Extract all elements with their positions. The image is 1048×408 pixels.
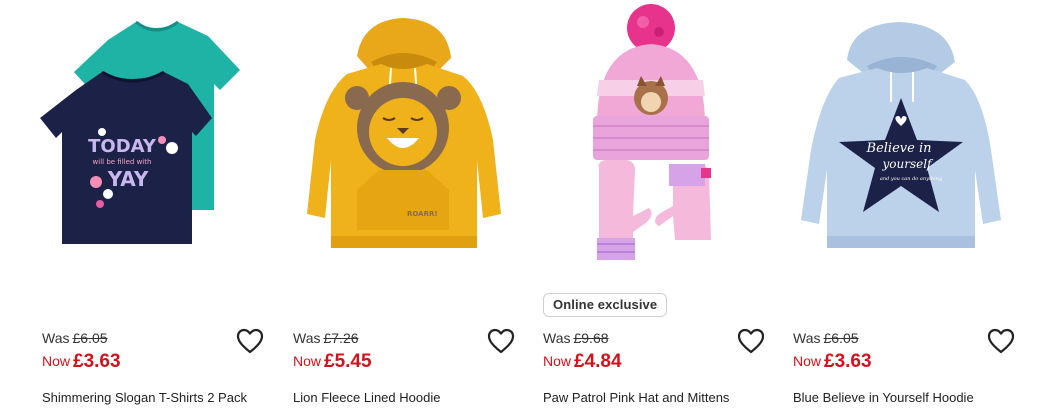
product-card[interactable]: ROARR! Was £7.26 Now £5.45 Lion Fleece Lin…	[287, 0, 519, 408]
now-price-row: Now £3.63	[42, 351, 121, 373]
product-card[interactable]: Online exclusive Was £9.68 Now £4.84 Paw P…	[537, 0, 769, 408]
now-price: £3.63	[824, 351, 872, 372]
was-price: £7.26	[323, 330, 359, 346]
now-price-row: Now £4.84	[543, 351, 622, 373]
was-price-row: Was £6.05	[793, 330, 859, 346]
product-name-link[interactable]: Lion Fleece Lined Hoodie	[293, 390, 440, 405]
tshirt-print-line-1: TODAY	[88, 136, 157, 157]
product-image[interactable]: TODAY will be filled with YAY	[36, 0, 268, 285]
wishlist-heart-icon[interactable]	[737, 328, 765, 354]
now-label: Now	[543, 353, 572, 369]
was-label: Was	[543, 330, 571, 346]
product-image[interactable]: Believe in yourself and you can do anyth…	[787, 0, 1019, 285]
hoodie-print-line-2: yourself	[881, 157, 934, 171]
was-label: Was	[42, 330, 70, 346]
was-price: £9.68	[573, 330, 609, 346]
product-name-link[interactable]: Paw Patrol Pink Hat and Mittens	[543, 390, 729, 405]
was-price-row: Was £7.26	[293, 330, 359, 346]
wishlist-heart-icon[interactable]	[236, 328, 264, 354]
product-image[interactable]: ROARR!	[287, 0, 519, 285]
was-price: £6.05	[823, 330, 859, 346]
now-price: £3.63	[73, 351, 121, 372]
product-name-link[interactable]: Shimmering Slogan T-Shirts 2 Pack	[42, 390, 247, 405]
online-exclusive-badge: Online exclusive	[543, 293, 668, 317]
product-grid: TODAY will be filled with YAY Was £6.05 N…	[0, 0, 1048, 408]
product-card[interactable]: Believe in yourself and you can do anyth…	[787, 0, 1019, 408]
now-price: £5.45	[324, 351, 372, 372]
product-image[interactable]	[537, 0, 769, 285]
was-label: Was	[793, 330, 821, 346]
now-label: Now	[293, 353, 322, 369]
product-card[interactable]: TODAY will be filled with YAY Was £6.05 N…	[36, 0, 268, 408]
hoodie-print-line-1: Believe in	[866, 141, 932, 156]
hoodie-print-line-3: and you can do anything	[880, 176, 942, 182]
now-price: £4.84	[574, 351, 622, 372]
was-price-row: Was £6.05	[42, 330, 108, 346]
was-label: Was	[293, 330, 321, 346]
product-name-link[interactable]: Blue Believe in Yourself Hoodie	[793, 390, 974, 405]
now-label: Now	[42, 353, 71, 369]
wishlist-heart-icon[interactable]	[487, 328, 515, 354]
tshirt-print-line-3: YAY	[107, 167, 149, 191]
now-price-row: Now £5.45	[293, 351, 372, 373]
tshirt-print-line-2: will be filled with	[93, 158, 152, 166]
hoodie-print-text: ROARR!	[407, 210, 438, 218]
wishlist-heart-icon[interactable]	[987, 328, 1015, 354]
was-price-row: Was £9.68	[543, 330, 609, 346]
now-label: Now	[793, 353, 822, 369]
was-price: £6.05	[72, 330, 108, 346]
now-price-row: Now £3.63	[793, 351, 872, 373]
